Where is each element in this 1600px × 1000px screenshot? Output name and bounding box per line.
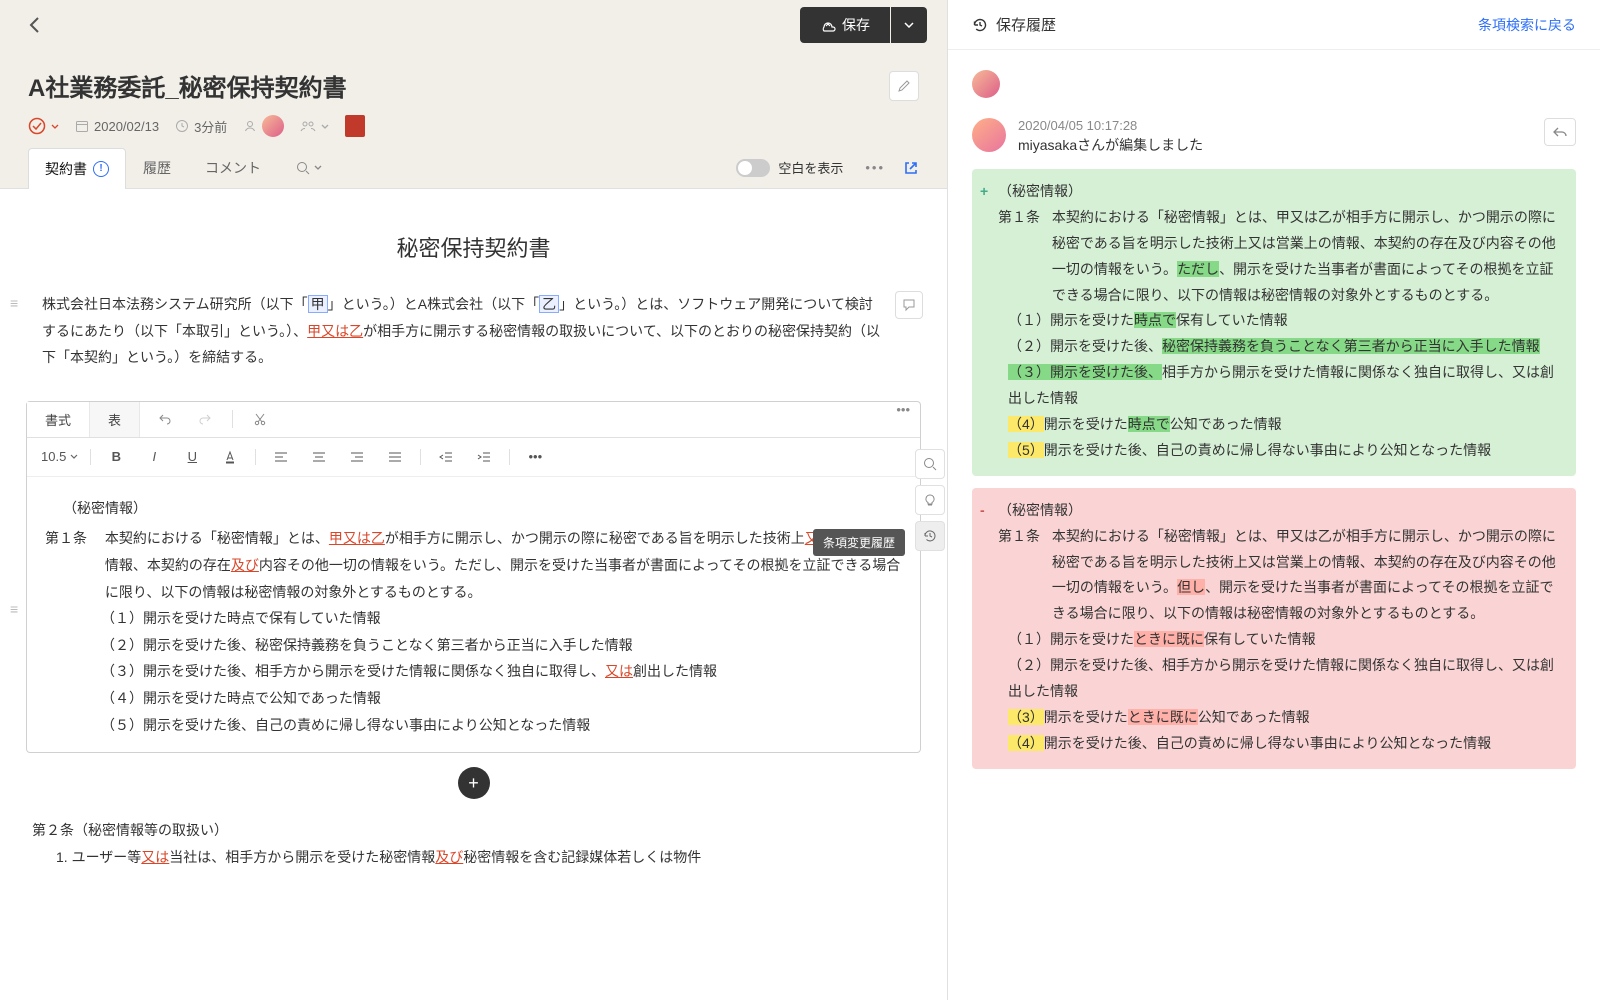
- body-title: 秘密保持契約書: [26, 231, 921, 263]
- drag-handle-icon[interactable]: ≡: [10, 601, 18, 617]
- history-icon: [923, 529, 937, 543]
- list-item: （２）開示を受けた後、秘密保持義務を負うことなく第三者から正当に入手した情報: [57, 632, 902, 659]
- tab-history[interactable]: 履歴: [126, 147, 188, 188]
- history-panel-title: 保存履歴: [972, 14, 1056, 35]
- lightbulb-icon: [923, 493, 937, 507]
- chevron-down-icon: [321, 124, 329, 129]
- clause-editor: 書式 表 ••• 10.5: [26, 401, 921, 753]
- doc-updated: 3分前: [175, 117, 227, 136]
- editor-tab-table[interactable]: 表: [90, 402, 140, 437]
- format-more-button[interactable]: •••: [522, 444, 548, 470]
- history-icon: [972, 17, 988, 33]
- redo-button[interactable]: [192, 406, 218, 432]
- editor-more-menu[interactable]: •••: [886, 402, 920, 437]
- tab-comment[interactable]: コメント: [188, 147, 278, 188]
- list-item: （５）開示を受けた後、自己の責めに帰し得ない事由により公知となった情報: [57, 712, 902, 739]
- toggle-show-blank[interactable]: [736, 159, 770, 177]
- members[interactable]: [300, 119, 329, 133]
- diff-removed-block: - （秘密情報） 第１条 本契約における「秘密情報」とは、甲又は乙が相手方に開示…: [972, 488, 1576, 769]
- font-size-select[interactable]: 10.5: [41, 449, 78, 464]
- scissors-icon: [253, 412, 267, 426]
- search-icon: [296, 161, 310, 175]
- cloud-sync-icon: [820, 17, 836, 33]
- minus-icon: -: [980, 498, 985, 524]
- preamble: 株式会社日本法務システム研究所（以下「甲」という。）とA株式会社（以下「乙」とい…: [36, 291, 887, 371]
- undo-button[interactable]: [152, 406, 178, 432]
- side-hint-button[interactable]: [915, 485, 945, 515]
- calendar-icon: [75, 119, 89, 133]
- editor-avatar: [972, 118, 1006, 152]
- plus-icon: +: [980, 179, 988, 205]
- bold-button[interactable]: B: [103, 444, 129, 470]
- users-icon: [300, 119, 316, 133]
- list-item: （１）開示を受けた時点で保有していた情報: [57, 605, 902, 632]
- chevron-down-icon: [904, 22, 914, 28]
- align-left-button[interactable]: [268, 444, 294, 470]
- open-external-button[interactable]: [903, 160, 919, 176]
- editor-body[interactable]: （秘密情報） 第１条 本契約における「秘密情報」とは、甲又は乙が相手方に開示し、…: [27, 477, 920, 752]
- list-item: （４）開示を受けた時点で公知であった情報: [57, 685, 902, 712]
- history-timestamp: 2020/04/05 10:17:28: [1018, 118, 1532, 133]
- side-search-button[interactable]: [915, 449, 945, 479]
- editor-tab-format[interactable]: 書式: [27, 402, 90, 437]
- section-title: （秘密情報）: [63, 495, 902, 522]
- comment-button[interactable]: [895, 291, 923, 319]
- doc-date: 2020/02/13: [75, 119, 159, 134]
- indent-decrease-button[interactable]: [433, 444, 459, 470]
- clock-icon: [175, 119, 189, 133]
- chat-icon: [902, 298, 916, 312]
- edit-title-button[interactable]: [889, 71, 919, 101]
- assignee[interactable]: [243, 115, 284, 137]
- article-content: 本契約における「秘密情報」とは、甲又は乙が相手方に開示し、かつ開示の際に秘密であ…: [105, 525, 902, 605]
- side-history-button[interactable]: [915, 521, 945, 551]
- article-2-title: 第２条（秘密情報等の取扱い）: [32, 817, 915, 844]
- add-clause-button[interactable]: +: [458, 767, 490, 799]
- doc-title: A社業務委託_秘密保持契約書: [28, 68, 889, 103]
- chevron-down-icon: [314, 165, 322, 170]
- drag-handle-icon[interactable]: ≡: [10, 295, 18, 311]
- user-avatar: [972, 70, 1000, 98]
- align-justify-button[interactable]: [382, 444, 408, 470]
- save-label: 保存: [842, 15, 870, 35]
- user-icon: [243, 119, 257, 133]
- diff-added-block: + （秘密情報） 第１条 本契約における「秘密情報」とは、甲又は乙が相手方に開示…: [972, 169, 1576, 476]
- indent-increase-button[interactable]: [471, 444, 497, 470]
- save-button[interactable]: 保存: [800, 7, 890, 43]
- search-icon: [923, 457, 937, 471]
- tab-contract[interactable]: 契約書 !: [28, 148, 126, 189]
- assignee-avatar: [262, 115, 284, 137]
- status-check-icon[interactable]: [28, 117, 59, 135]
- reply-icon: [1553, 126, 1567, 138]
- document-content: 秘密保持契約書 ≡ 株式会社日本法務システム研究所（以下「甲」という。）とA株式…: [0, 189, 947, 1000]
- cut-button[interactable]: [247, 406, 273, 432]
- list-item: （３）開示を受けた後、相手方から開示を受けた情報に関係なく独自に取得し、又は創出…: [57, 658, 902, 685]
- save-dropdown[interactable]: [891, 7, 927, 43]
- underline-button[interactable]: U: [179, 444, 205, 470]
- align-right-button[interactable]: [344, 444, 370, 470]
- pencil-icon: [897, 79, 911, 93]
- history-author: miyasakaさんが編集しました: [1018, 135, 1532, 155]
- back-to-search-link[interactable]: 条項検索に戻る: [1478, 15, 1576, 35]
- toggle-label: 空白を表示: [778, 158, 843, 177]
- font-color-button[interactable]: [217, 444, 243, 470]
- more-menu[interactable]: •••: [865, 160, 885, 175]
- search-menu[interactable]: [296, 161, 322, 175]
- align-center-button[interactable]: [306, 444, 332, 470]
- back-button[interactable]: [20, 11, 48, 39]
- reply-button[interactable]: [1544, 118, 1576, 146]
- italic-button[interactable]: I: [141, 444, 167, 470]
- tooltip: 条項変更履歴: [813, 529, 905, 556]
- article-number: 第１条: [45, 525, 101, 552]
- doc-type-icon: [345, 115, 365, 137]
- alert-badge-icon: !: [93, 161, 109, 177]
- article-2-item: 1. ユーザー等又は当社は、相手方から開示を受けた秘密情報及び秘密情報を含む記録…: [32, 844, 915, 871]
